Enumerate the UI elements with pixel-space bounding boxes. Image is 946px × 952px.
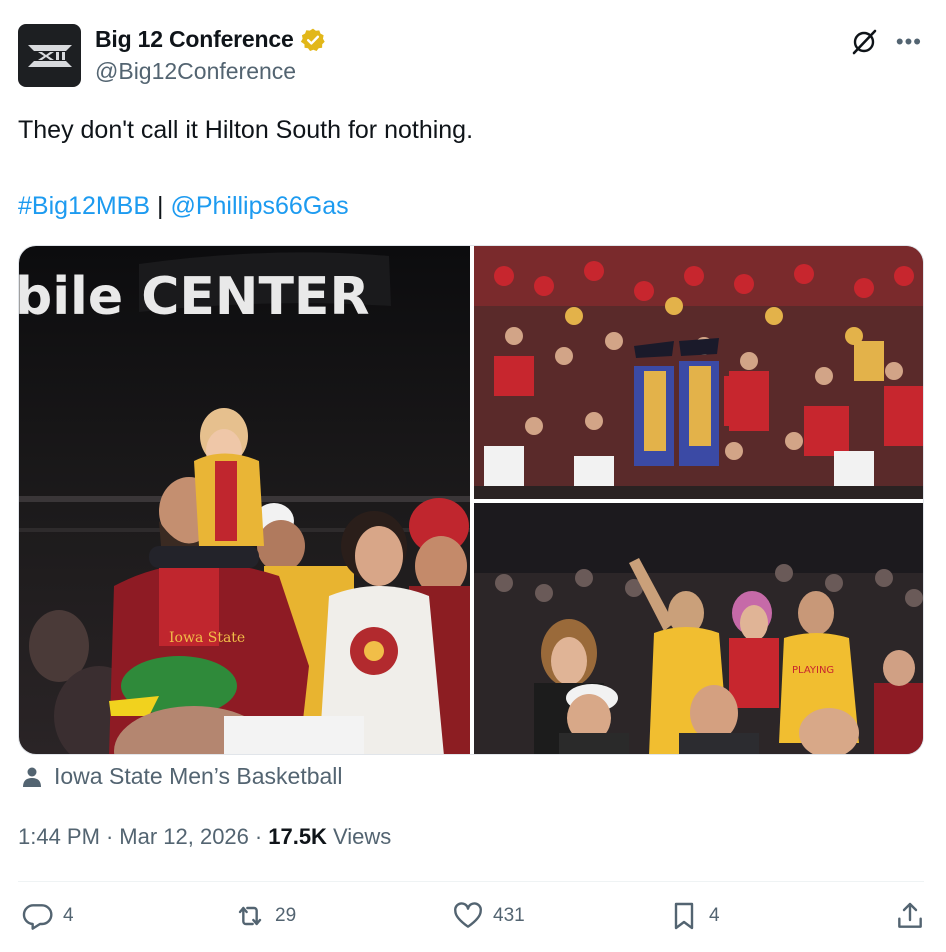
repost-icon — [238, 906, 262, 926]
reply-button[interactable]: 4 — [22, 900, 74, 932]
repost-count: 29 — [275, 905, 297, 926]
hashtag-link[interactable]: #Big12MBB — [18, 192, 150, 220]
verified-badge-icon[interactable] — [300, 27, 326, 53]
photo-crowd-cheering[interactable]: PLAYING — [474, 503, 923, 754]
bookmark-count: 4 — [709, 905, 720, 926]
reply-count: 4 — [63, 905, 74, 926]
grok-icon[interactable] — [850, 28, 878, 56]
more-options-icon[interactable]: ••• — [896, 31, 922, 53]
svg-text:Iowa State: Iowa State — [169, 630, 245, 646]
tweet-tags: #Big12MBB | @Phillips66Gas — [18, 190, 349, 222]
like-count: 431 — [493, 905, 525, 926]
tweet-date[interactable]: Mar 12, 2026 — [119, 824, 249, 850]
share-icon — [898, 902, 922, 928]
meta-dot: · — [105, 824, 114, 849]
mention-link[interactable]: @Phillips66Gas — [170, 192, 348, 220]
tweet-text: They don't call it Hilton South for noth… — [18, 116, 474, 144]
bookmark-button[interactable]: 4 — [668, 900, 720, 932]
photo-fans-family[interactable]: bile CENTER Iowa State — [19, 246, 470, 754]
photo-crowd-upper[interactable] — [474, 246, 923, 499]
views-label: Views — [332, 824, 392, 849]
media-grid: bile CENTER Iowa State PLAYING — [18, 245, 924, 755]
reply-icon — [22, 904, 53, 930]
author-handle[interactable]: @Big12Conference — [95, 58, 296, 85]
tweet-time[interactable]: 1:44 PM — [18, 824, 100, 850]
repost-button[interactable]: 29 — [234, 900, 296, 932]
arena-sign-text: bile CENTER — [19, 267, 369, 327]
tweet-meta: 1:44 PM · Mar 12, 2026 · 17.5K Views — [18, 824, 391, 850]
bookmark-icon — [674, 902, 694, 930]
author-name-row: Big 12 Conference — [95, 26, 326, 53]
location-tag[interactable]: Iowa State Men’s Basketball — [20, 763, 343, 790]
divider — [18, 881, 924, 882]
top-actions: ••• — [850, 28, 922, 56]
big12-logo-icon — [27, 44, 72, 67]
person-icon — [23, 767, 41, 787]
heart-icon — [454, 902, 482, 928]
location-label: Iowa State Men’s Basketball — [54, 763, 343, 789]
svg-text:PLAYING: PLAYING — [792, 665, 834, 676]
like-button[interactable]: 431 — [452, 900, 525, 932]
share-button[interactable] — [894, 900, 926, 932]
views-count[interactable]: 17.5K — [268, 824, 327, 850]
author-display-name[interactable]: Big 12 Conference — [95, 26, 294, 53]
meta-dot: · — [254, 824, 263, 849]
avatar[interactable] — [18, 24, 81, 87]
tag-separator: | — [156, 192, 164, 220]
action-bar: 4 29 431 4 — [22, 900, 926, 940]
